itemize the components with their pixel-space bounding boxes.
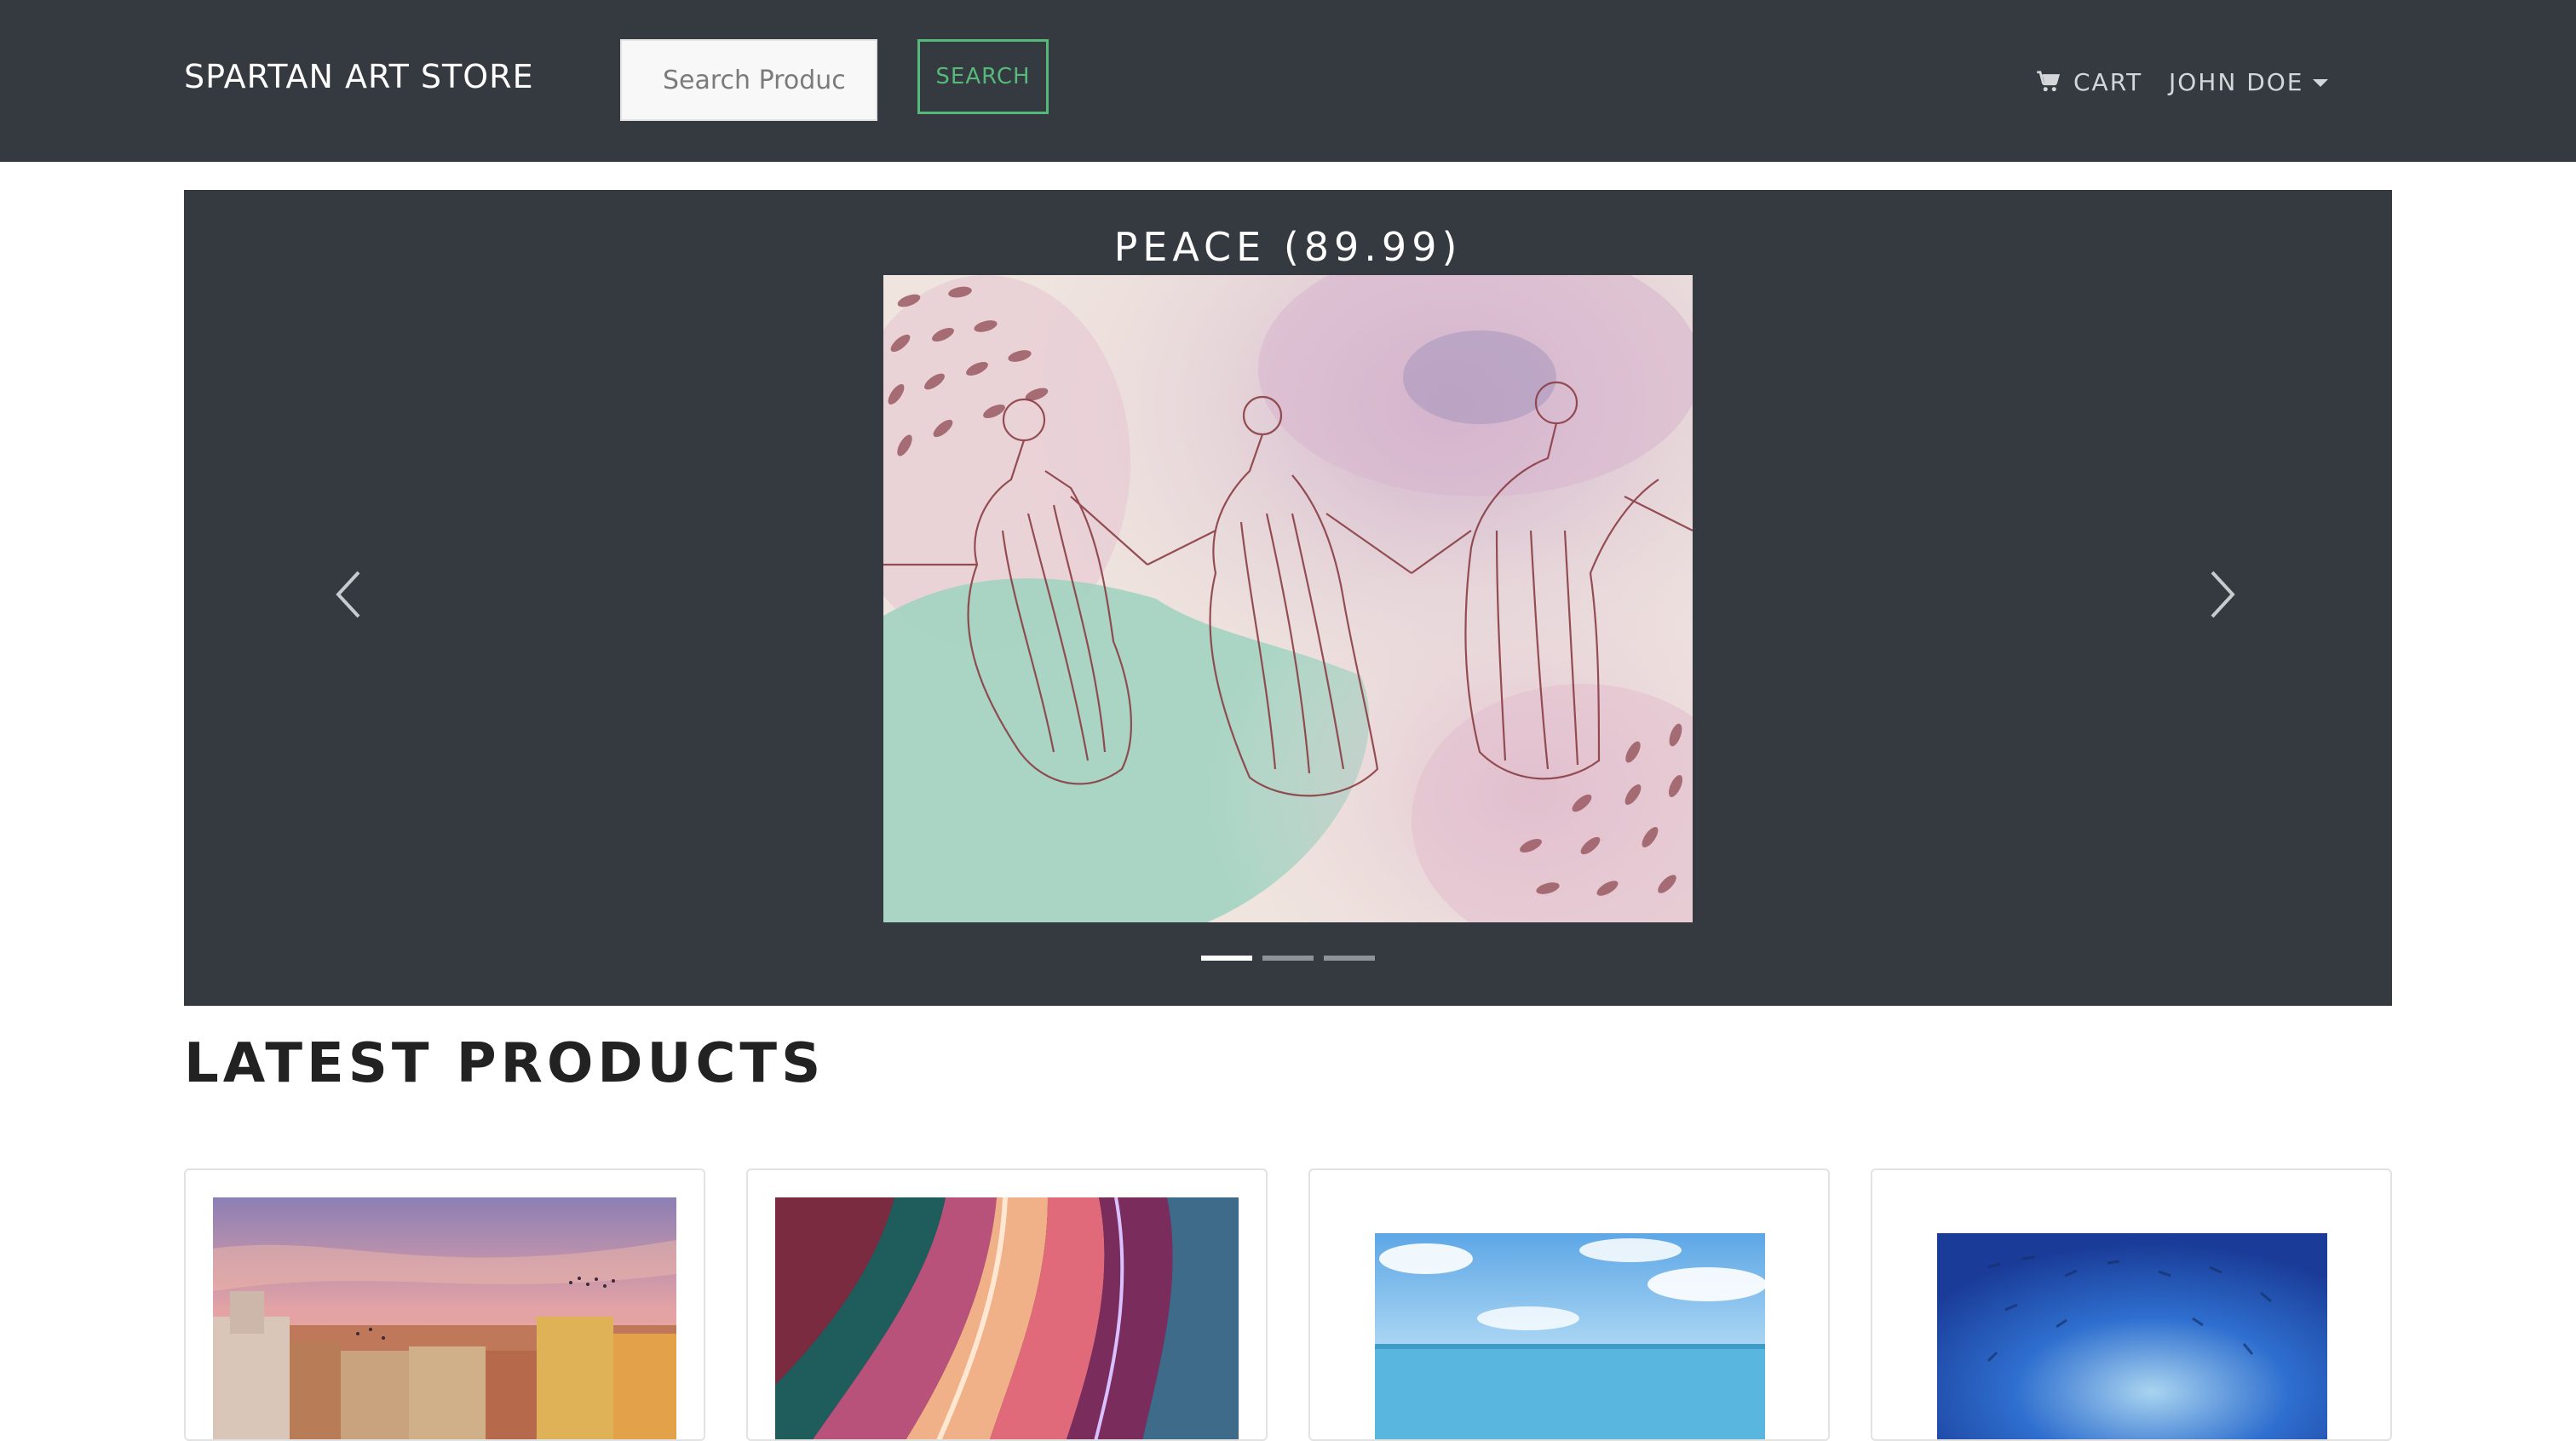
search-button[interactable]: SEARCH <box>917 39 1049 114</box>
product-card[interactable] <box>1308 1168 1830 1441</box>
venice-sunset-image[interactable] <box>213 1197 676 1439</box>
product-card[interactable] <box>184 1168 705 1441</box>
carousel-caption: PEACE (89.99) <box>1113 224 1463 270</box>
carousel-slide-image[interactable] <box>883 275 1693 922</box>
sea-watercolor-image[interactable] <box>1375 1233 1765 1439</box>
cart-label: CART <box>2073 67 2143 96</box>
top-navbar: SPARTAN ART STORE SEARCH CART JOHN DOE <box>0 0 2576 162</box>
product-card[interactable] <box>746 1168 1268 1441</box>
peace-artwork-image <box>883 275 1693 922</box>
carousel-indicator-1[interactable] <box>1201 956 1252 961</box>
featured-carousel: PEACE (89.99) <box>184 190 2392 1006</box>
user-name-label: JOHN DOE <box>2169 67 2304 96</box>
cart-icon <box>2037 71 2061 92</box>
chevron-left-icon <box>336 571 360 618</box>
blue-fish-swirl-image[interactable] <box>1937 1233 2327 1439</box>
latest-products-heading: LATEST PRODUCTS <box>184 1032 825 1095</box>
cart-link[interactable]: CART <box>2036 65 2142 99</box>
user-menu-dropdown[interactable]: JOHN DOE <box>2169 65 2328 99</box>
carousel-prev-button[interactable] <box>323 556 374 633</box>
carousel-indicator-3[interactable] <box>1324 956 1375 961</box>
caret-down-icon <box>2312 78 2328 87</box>
fluid-marble-image[interactable] <box>775 1197 1239 1439</box>
chevron-right-icon <box>2211 571 2235 618</box>
product-card[interactable] <box>1871 1168 2392 1441</box>
carousel-indicator-2[interactable] <box>1262 956 1314 961</box>
brand-logo-link[interactable]: SPARTAN ART STORE <box>184 58 534 95</box>
carousel-next-button[interactable] <box>2197 556 2248 633</box>
search-input[interactable] <box>620 39 877 121</box>
carousel-indicators <box>184 956 2392 961</box>
